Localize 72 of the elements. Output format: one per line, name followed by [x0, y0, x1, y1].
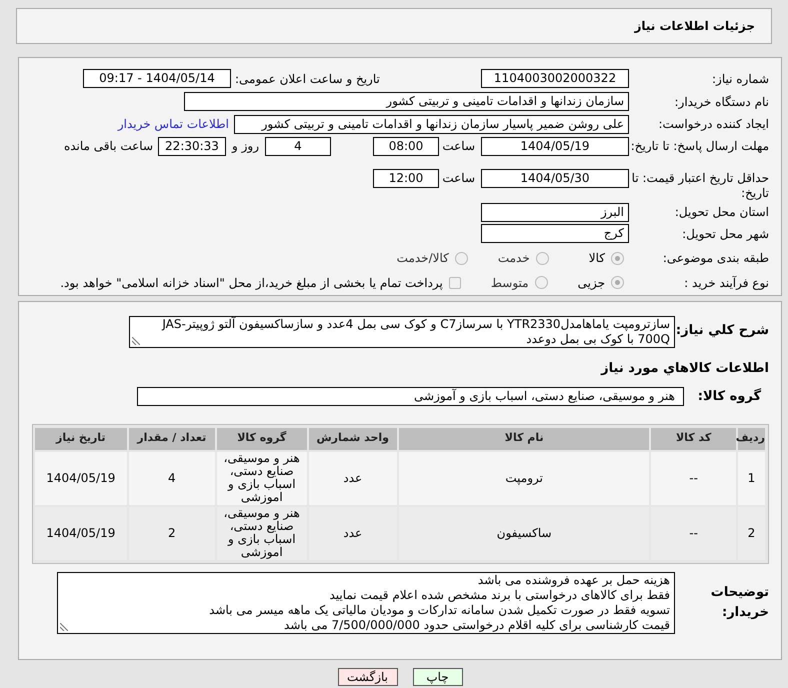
- column-header: گروه کالا: [217, 428, 307, 450]
- text-field[interactable]: کرج: [481, 224, 629, 244]
- table-cell: ترومپت: [399, 452, 650, 504]
- field-label: ساعت: [441, 170, 475, 188]
- field-label: خدمت: [498, 250, 530, 268]
- text-field[interactable]: سازمان زندانها و اقدامات تامینی و تربیتی کشور: [184, 92, 629, 112]
- field-label: روز و: [232, 138, 259, 156]
- radio-button[interactable]: [611, 276, 624, 290]
- radio-button[interactable]: [534, 276, 548, 290]
- table-cell: 4: [128, 452, 216, 504]
- field-label: گروه کالا:: [696, 387, 762, 406]
- radio-button[interactable]: [611, 252, 624, 265]
- field-label: ساعت: [441, 138, 475, 156]
- notes-field[interactable]: هزینه حمل بر عهده فروشنده می باشد فقط برای کالاهای درخواستی با برند مشخص شده اعلام قیمت نمایید تسویه فقط در صورت تکمیل شدن سامانه تدارکات و مودیان مالیاتی یک ماهه میسر می باشد قیمت کارشناسی برای کلیه اقلام درخواستی حدود 7/500/000/000 می باشد: [57, 572, 675, 634]
- radio-button[interactable]: [536, 252, 549, 265]
- text-field[interactable]: علی روشن ضمیر پاسیار سازمان زندانها و اقدامات تامینی و تربیتی کشور: [234, 114, 629, 134]
- field-label: حداقل تاریخ اعتبار قیمت: تا تاریخ:: [630, 171, 769, 202]
- column-header: کد کالا: [651, 428, 736, 450]
- table-cell: --: [651, 452, 736, 504]
- page-title: جزئیات اطلاعات نیاز: [634, 18, 755, 35]
- description-field[interactable]: سازترومپت یاماهامدلYTR2330 با سرسازC7 و کوک سی بمل 4عدد و سازساکسیفون آلتو ژوپیترJAS-700Q با کوک بی بمل دوعدد: [129, 316, 675, 348]
- field-label: شرح کلي نياز:: [675, 322, 769, 340]
- text-field[interactable]: 08:00: [373, 137, 439, 156]
- field-label: کالا/خدمت: [396, 250, 449, 268]
- text-field[interactable]: البرز: [481, 202, 629, 222]
- text-field[interactable]: 1404/05/30: [481, 169, 629, 188]
- column-header: ردیف: [738, 428, 765, 450]
- field-label: مهلت ارسال پاسخ: تا تاریخ:: [630, 139, 769, 154]
- text-field[interactable]: 1104003002000322: [481, 69, 629, 88]
- field-label: استان محل تحویل:: [674, 204, 769, 222]
- field-label: ایجاد کننده درخواست:: [657, 116, 769, 134]
- text-field[interactable]: 12:00: [373, 169, 439, 188]
- field-label: تاریخ و ساعت اعلان عمومی:: [234, 70, 381, 88]
- text-field[interactable]: هنر و موسیقی، صنایع دستی، اسباب بازی و آموزشی: [137, 387, 684, 406]
- table-cell: عدد: [308, 506, 397, 560]
- section-heading: اطلاعات کالاهاي مورد نياز: [600, 360, 770, 377]
- table-cell: --: [651, 506, 736, 560]
- table-cell: 1404/05/19: [35, 506, 127, 560]
- resize-grip-icon[interactable]: [132, 337, 140, 345]
- field-label: شهر محل تحویل:: [681, 226, 769, 243]
- field-label: توضیحات خریدار:: [710, 584, 769, 622]
- table-cell: 1: [738, 452, 765, 504]
- field-label: ساعت باقی مانده: [64, 138, 153, 156]
- table-cell: 2: [738, 506, 765, 560]
- text-field[interactable]: 22:30:33: [158, 137, 226, 156]
- column-header: نام کالا: [399, 428, 650, 450]
- table-cell: ساکسیفون: [399, 506, 650, 560]
- field-label: پرداخت تمام یا بخشی از مبلغ خرید،از محل "اسناد خزانه اسلامی" خواهد بود.: [60, 274, 443, 292]
- field-label: نام دستگاه خریدار:: [674, 94, 769, 111]
- resize-grip-icon[interactable]: [60, 622, 68, 630]
- contact-link[interactable]: اطلاعات تماس خریدار: [118, 115, 229, 134]
- text-field[interactable]: 1404/05/19: [481, 137, 629, 156]
- field-label: طبقه بندی موضوعی:: [662, 250, 769, 268]
- field-label: نوع فرآیند خرید :: [683, 274, 769, 292]
- back-button[interactable]: بازگشت: [338, 668, 398, 686]
- print-button[interactable]: چاپ: [412, 668, 462, 686]
- radio-button[interactable]: [454, 252, 468, 265]
- field-label: جزیی: [578, 274, 605, 292]
- text-field[interactable]: 1404/05/14 - 09:17: [83, 69, 231, 88]
- table-cell: هنر و موسیقی، صنایع دستی، اسباب بازی و اموزشی: [217, 452, 307, 504]
- table-cell: هنر و موسیقی، صنایع دستی، اسباب بازی و اموزشی: [217, 506, 307, 560]
- table-cell: عدد: [308, 452, 397, 504]
- column-header: تاریخ نیاز: [35, 428, 127, 450]
- checkbox[interactable]: [448, 276, 461, 289]
- table-cell: 2: [128, 506, 216, 560]
- column-header: واحد شمارش: [308, 428, 397, 450]
- field-label: شماره نیاز:: [711, 70, 769, 88]
- field-label: کالا: [588, 250, 605, 268]
- table-cell: 1404/05/19: [35, 452, 127, 504]
- column-header: تعداد / مقدار: [128, 428, 216, 450]
- field-label: متوسط: [490, 274, 529, 292]
- text-field[interactable]: 4: [265, 137, 331, 156]
